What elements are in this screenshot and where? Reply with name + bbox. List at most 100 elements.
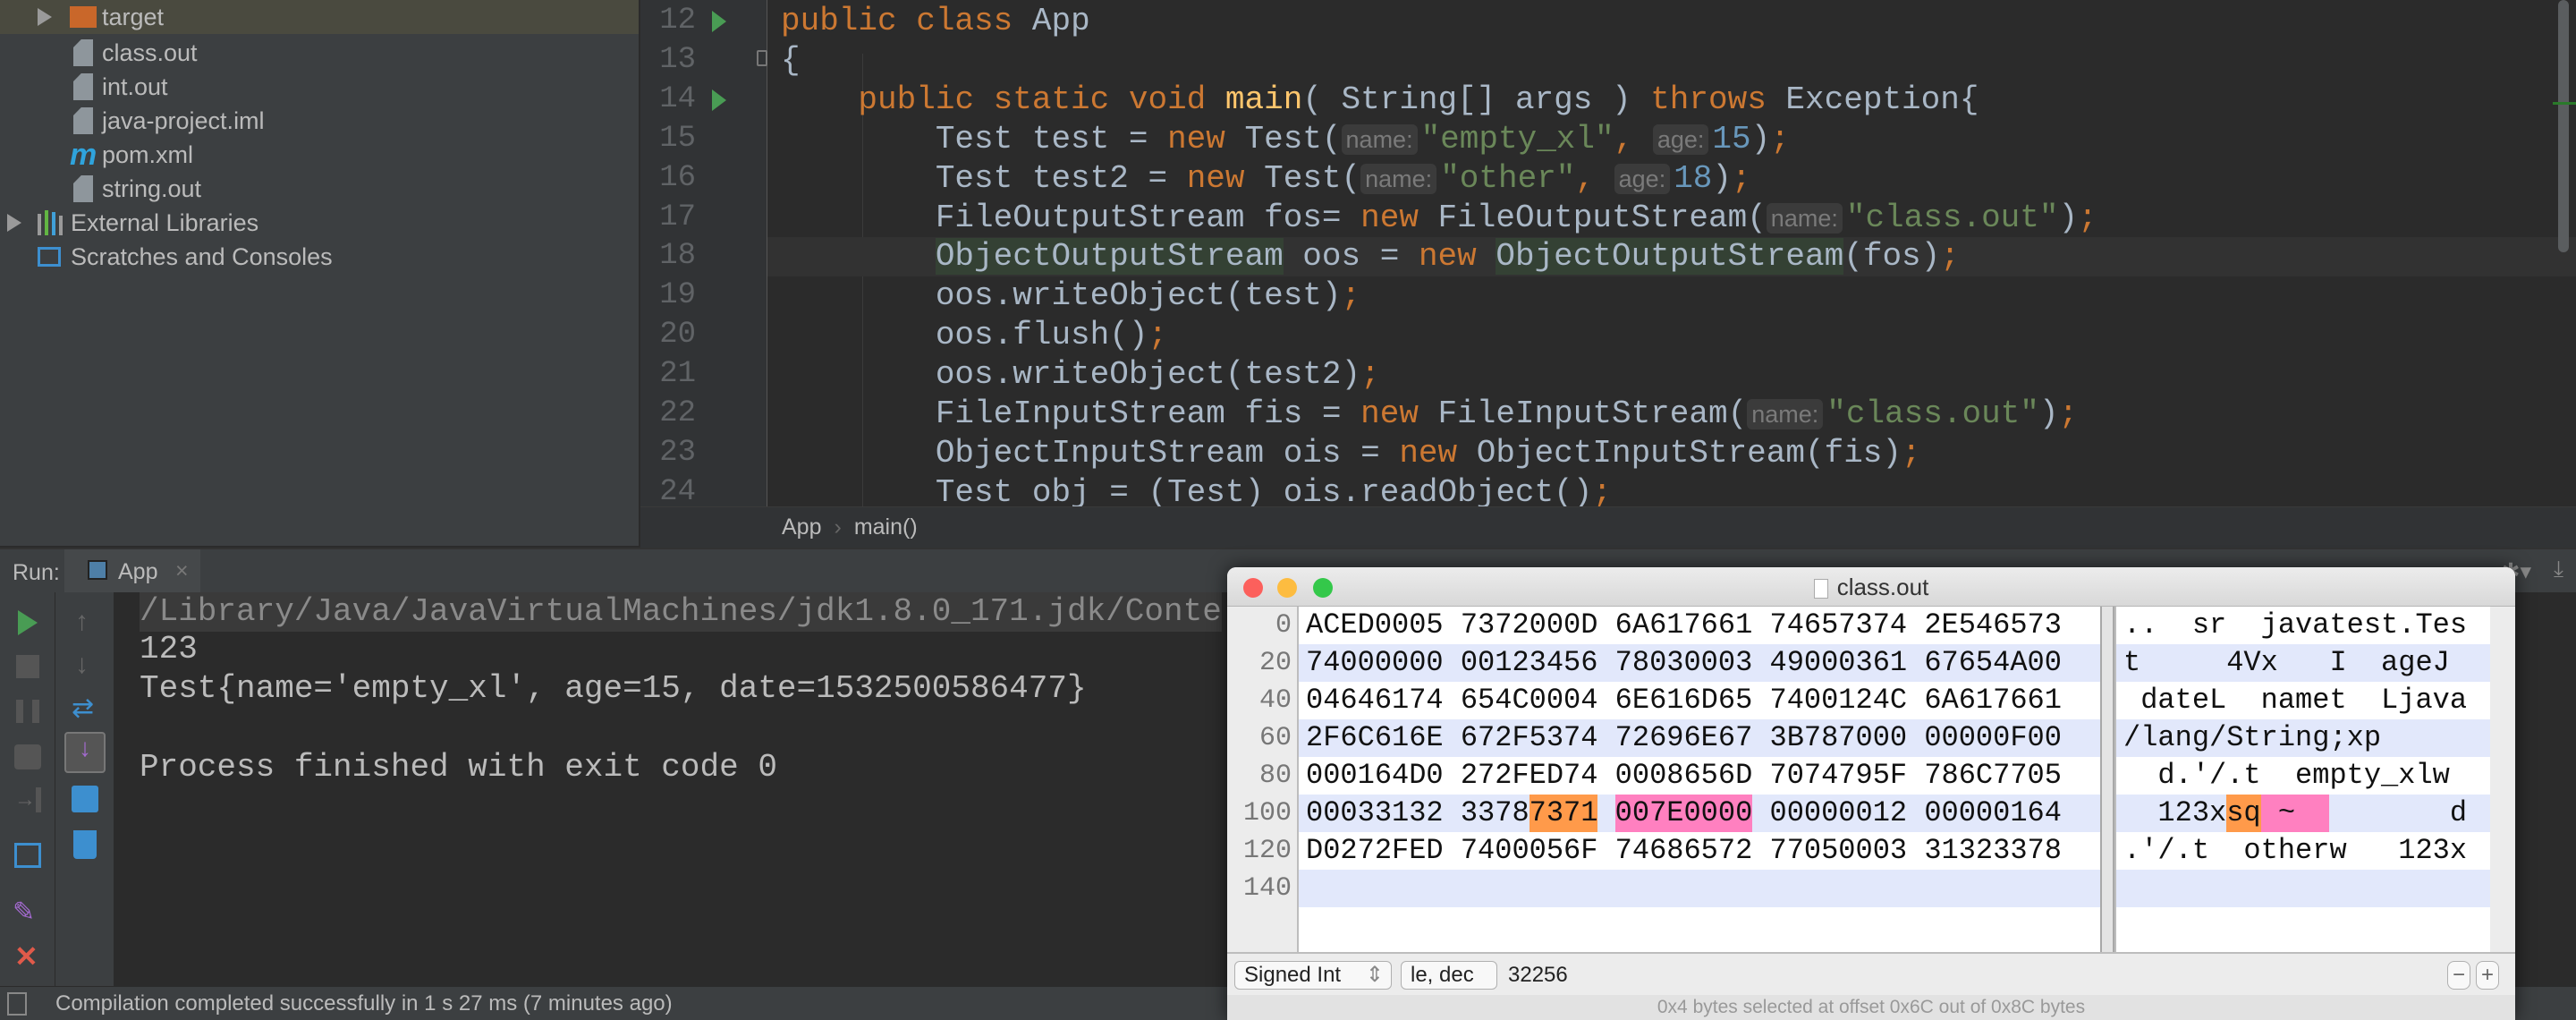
- text-row: .. sr javatest.Tes: [2116, 607, 2490, 644]
- code-token: throws: [1650, 81, 1786, 118]
- rerun-icon[interactable]: [18, 610, 38, 635]
- row-offset: 120: [1242, 836, 1292, 866]
- code-token: new: [1167, 120, 1245, 157]
- code-token: oos.writeObject(test): [781, 277, 1342, 315]
- code-token: "class.out": [1845, 199, 2059, 236]
- tree-item-string-out[interactable]: string.out: [0, 172, 639, 206]
- code-token: new: [1186, 159, 1265, 197]
- tree-item-target[interactable]: target: [0, 0, 639, 34]
- hex-group: 672F5374: [1460, 721, 1598, 754]
- code-token: ,: [1575, 159, 1614, 197]
- window-titlebar[interactable]: class.out: [1227, 567, 2515, 607]
- parameter-hint: age:: [1652, 123, 1709, 155]
- hex-gap: [1752, 684, 1769, 717]
- code-line: oos.writeObject(test);: [781, 276, 1360, 316]
- pause-icon[interactable]: [16, 700, 39, 723]
- trash-icon[interactable]: [73, 830, 97, 859]
- pin-icon[interactable]: ✎: [13, 897, 35, 928]
- fold-icon[interactable]: [757, 50, 767, 66]
- close-window-button[interactable]: [1243, 578, 1263, 598]
- hex-group: 00123456: [1460, 646, 1598, 679]
- print-icon[interactable]: [72, 786, 98, 812]
- hex-row-content: ACED0005 7372000D 6A617661 74657374 2E54…: [1306, 607, 2062, 644]
- hex-row: 2F6C616E 672F5374 72696E67 3B787000 0000…: [1299, 719, 2100, 757]
- run-gutter-icon[interactable]: [712, 89, 726, 111]
- code-token: ;: [1148, 317, 1168, 354]
- hex-row-content: 00033132 33787371 007E0000 00000012 0000…: [1306, 795, 2062, 832]
- up-arrow-icon[interactable]: ↑: [75, 607, 89, 637]
- hex-group: 04646174: [1306, 684, 1444, 717]
- line-number: 19: [659, 278, 696, 313]
- tree-item-label: class.out: [102, 38, 198, 66]
- text-row-content: .. sr javatest.Tes: [2123, 607, 2467, 644]
- line-number: 23: [659, 435, 696, 470]
- inspector-value[interactable]: 32256: [1508, 963, 1568, 988]
- exit-icon[interactable]: →: [14, 787, 41, 812]
- hex-group: 49000361: [1769, 646, 1908, 679]
- code-token: ): [1712, 159, 1733, 197]
- code-token: new: [1418, 238, 1496, 276]
- breadcrumb: App › main(): [640, 506, 2576, 548]
- tree-item-pom-xml[interactable]: m pom.xml: [0, 138, 639, 172]
- editor-scrollbar[interactable]: [2558, 0, 2569, 252]
- row-offset: 80: [1258, 761, 1292, 791]
- hex-group: 7372000D: [1460, 608, 1598, 642]
- tree-item-label: Scratches and Consoles: [71, 242, 333, 270]
- expand-arrow-icon[interactable]: [38, 8, 52, 26]
- project-panel: target class.out int.out java-project.im…: [0, 0, 640, 546]
- stop-icon[interactable]: [16, 655, 39, 678]
- column-divider[interactable]: [2100, 607, 2114, 952]
- breadcrumb-item[interactable]: main(): [854, 514, 918, 540]
- text-row: 123xsq ~ d: [2116, 795, 2490, 832]
- text-row: dateL namet Ljava: [2116, 682, 2490, 719]
- hex-row: ACED0005 7372000D 6A617661 74657374 2E54…: [1299, 607, 2100, 644]
- run-tab-app[interactable]: App ×: [64, 549, 200, 592]
- down-arrow-icon[interactable]: ↓: [75, 650, 89, 680]
- hex-group: 3B787000: [1769, 721, 1908, 754]
- console-toolbar: ↑ ↓ ⇄ ↓: [55, 592, 114, 986]
- parameter-hint: name:: [1747, 399, 1824, 429]
- hex-row: 000164D0 272FED74 0008656D 7074795F 786C…: [1299, 757, 2100, 795]
- text-row: [2116, 870, 2490, 907]
- hex-gap: [1597, 834, 1614, 867]
- window-title: class.out: [1836, 574, 1929, 600]
- panel-toggle-icon[interactable]: [7, 992, 27, 1016]
- tree-item-int-out[interactable]: int.out: [0, 70, 639, 104]
- expand-arrow-icon[interactable]: [7, 214, 21, 232]
- soft-wrap-icon[interactable]: ⇄: [72, 693, 94, 724]
- text-view[interactable]: .. sr javatest.Tes t 4Vx I ageJ dateL nam…: [2114, 607, 2490, 952]
- tree-item-scratches[interactable]: Scratches and Consoles: [0, 240, 639, 274]
- close-icon[interactable]: ✕: [14, 939, 38, 973]
- hex-view[interactable]: ACED0005 7372000D 6A617661 74657374 2E54…: [1299, 607, 2100, 952]
- hex-group: 2F6C616E: [1306, 721, 1444, 754]
- code-editor[interactable]: 12 13 14 15 16 17 18 19 20 21 22 23 24 public class …: [640, 0, 2576, 506]
- code-token: new: [1360, 395, 1438, 432]
- hex-group: 72696E67: [1614, 721, 1753, 754]
- row-offset: 20: [1258, 648, 1292, 678]
- hex-group: D0272FED: [1306, 834, 1444, 867]
- breadcrumb-item[interactable]: App: [782, 514, 821, 540]
- tree-item-external-libraries[interactable]: External Libraries: [0, 206, 639, 240]
- dump-threads-icon[interactable]: [14, 744, 41, 769]
- scroll-to-end-icon[interactable]: ↓: [64, 732, 106, 773]
- run-gutter-icon[interactable]: [712, 11, 726, 32]
- hex-gap: [1597, 796, 1614, 829]
- close-tab-icon[interactable]: ×: [175, 558, 189, 584]
- add-row-button[interactable]: +: [2476, 961, 2499, 990]
- remove-row-button[interactable]: −: [2447, 961, 2470, 990]
- layout-icon[interactable]: [14, 843, 41, 868]
- zoom-window-button[interactable]: [1313, 578, 1333, 598]
- code-token: public class: [781, 3, 1032, 39]
- tree-item-class-out[interactable]: class.out: [0, 36, 639, 70]
- line-number: 21: [659, 357, 696, 392]
- tree-item-java-project-iml[interactable]: java-project.iml: [0, 104, 639, 138]
- endian-popup[interactable]: le, dec: [1401, 961, 1497, 990]
- code-token: ;: [2058, 395, 2079, 432]
- code-token: public static void: [858, 81, 1225, 118]
- minimize-window-button[interactable]: [1277, 578, 1297, 598]
- text-row: t 4Vx I ageJ: [2116, 644, 2490, 682]
- type-popup[interactable]: Signed Int ⇕: [1234, 961, 1392, 990]
- hide-panel-icon[interactable]: ⤓: [2554, 557, 2563, 582]
- hex-gap: [1907, 834, 1924, 867]
- row-offset: 40: [1258, 685, 1292, 716]
